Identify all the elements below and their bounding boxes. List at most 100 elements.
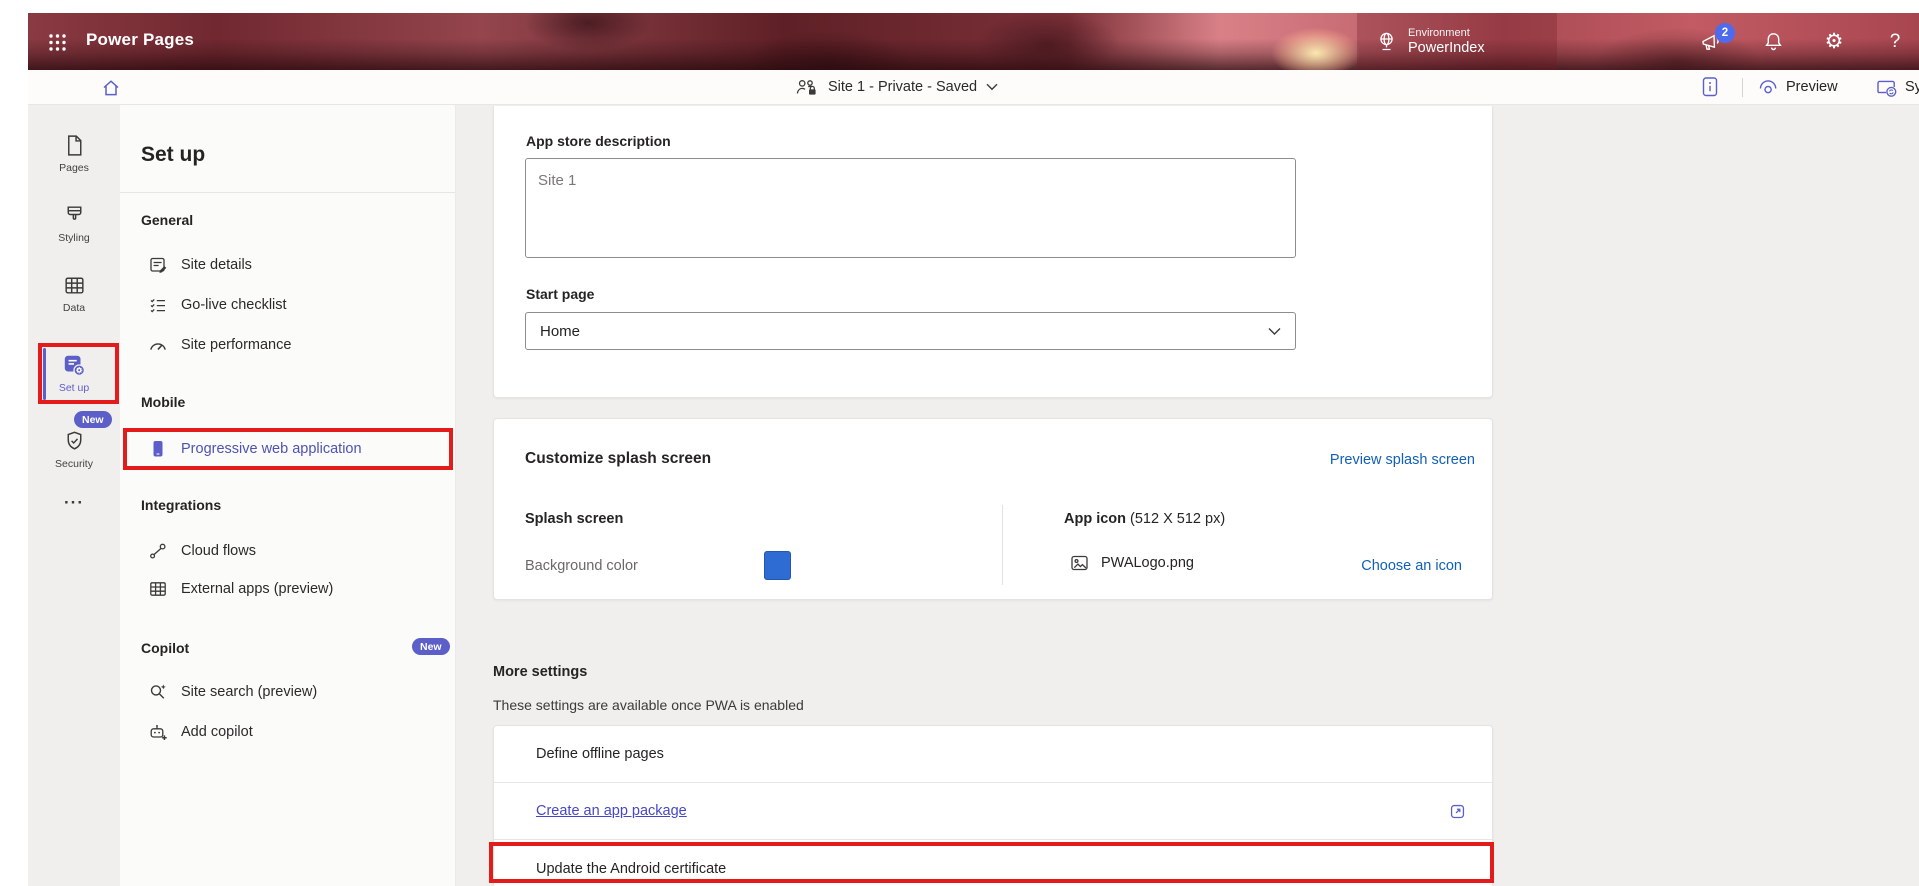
more-settings-heading: More settings bbox=[493, 664, 587, 680]
preview-button[interactable]: Preview bbox=[1757, 70, 1838, 104]
pages-icon bbox=[62, 133, 87, 158]
rail-item-set-up[interactable]: Set up bbox=[28, 352, 120, 394]
row-create-app-package[interactable]: Create an app package bbox=[494, 783, 1492, 840]
app-store-description-input[interactable] bbox=[525, 158, 1296, 258]
environment-name: PowerIndex bbox=[1408, 40, 1485, 57]
splash-screen-card: Customize splash screen Preview splash s… bbox=[493, 418, 1493, 600]
panel-item-go-live-checklist[interactable]: Go-live checklist bbox=[120, 290, 449, 320]
row-label: Update the Android certificate bbox=[536, 861, 726, 877]
panel-item-label: Progressive web application bbox=[181, 441, 362, 457]
section-heading-copilot: Copilot bbox=[141, 638, 189, 658]
pwa-settings-content: App store description Start page Home Cu… bbox=[456, 105, 1919, 886]
checklist-icon bbox=[148, 295, 168, 315]
info-icon bbox=[1700, 75, 1720, 99]
waffle-icon bbox=[48, 33, 67, 52]
app-icon-file: PWALogo.png bbox=[1069, 553, 1194, 573]
settings-button[interactable]: ⚙ bbox=[1816, 13, 1852, 70]
rail-item-styling[interactable]: Styling bbox=[28, 203, 120, 244]
panel-item-site-details[interactable]: Site details bbox=[120, 250, 449, 280]
panel-title: Set up bbox=[141, 143, 205, 167]
toolbar-divider bbox=[1742, 78, 1743, 97]
start-page-value: Home bbox=[540, 323, 580, 340]
app-icon-size: (512 X 512 px) bbox=[1130, 511, 1225, 527]
panel-item-site-search[interactable]: Site search (preview) bbox=[120, 677, 449, 707]
column-divider bbox=[1002, 505, 1003, 585]
panel-item-label: Cloud flows bbox=[181, 543, 256, 559]
people-lock-icon bbox=[794, 77, 819, 98]
rail-label-pages: Pages bbox=[59, 162, 89, 174]
panel-item-add-copilot[interactable]: Add copilot bbox=[120, 717, 449, 747]
app-icon-filename: PWALogo.png bbox=[1101, 555, 1194, 571]
site-details-icon bbox=[148, 255, 168, 275]
more-settings-list: Define offline pages Create an app packa… bbox=[493, 725, 1493, 886]
start-page-select[interactable]: Home bbox=[525, 312, 1296, 350]
help-button[interactable]: ? bbox=[1877, 13, 1913, 70]
flow-icon bbox=[148, 541, 168, 561]
panel-item-progressive-web-application[interactable]: Progressive web application bbox=[120, 434, 449, 464]
set-up-icon bbox=[61, 352, 87, 378]
create-app-package-link[interactable]: Create an app package bbox=[536, 803, 687, 819]
section-heading-general: General bbox=[141, 210, 193, 230]
image-icon bbox=[1069, 553, 1090, 573]
app-icon-heading-label: App icon bbox=[1064, 511, 1126, 527]
site-toolbar: Site 1 - Private - Saved Preview bbox=[28, 70, 1919, 105]
panel-item-label: Site search (preview) bbox=[181, 684, 317, 700]
data-table-icon bbox=[62, 273, 87, 298]
question-mark-icon: ? bbox=[1890, 31, 1901, 53]
panel-item-cloud-flows[interactable]: Cloud flows bbox=[120, 536, 449, 566]
gauge-icon bbox=[148, 335, 168, 355]
panel-item-site-performance[interactable]: Site performance bbox=[120, 330, 449, 360]
app-launcher-waffle-icon[interactable] bbox=[42, 27, 72, 57]
panel-item-label: Site performance bbox=[181, 337, 291, 353]
choose-an-icon-link[interactable]: Choose an icon bbox=[1361, 558, 1462, 574]
rail-item-data[interactable]: Data bbox=[28, 273, 120, 314]
rail-item-pages[interactable]: Pages bbox=[28, 133, 120, 174]
environment-picker[interactable]: Environment PowerIndex bbox=[1375, 13, 1485, 70]
home-button[interactable] bbox=[96, 75, 126, 101]
app-header: Power Pages Environment PowerIndex 2 bbox=[28, 13, 1919, 70]
start-page-label: Start page bbox=[526, 286, 594, 302]
site-status-label: Site 1 - Private - Saved bbox=[828, 79, 977, 95]
sync-icon bbox=[1875, 77, 1898, 98]
set-up-panel: Set up General Site details Go-live chec… bbox=[120, 105, 456, 886]
mobile-phone-icon bbox=[148, 439, 168, 459]
bell-icon bbox=[1762, 30, 1785, 53]
environment-label: Environment bbox=[1408, 27, 1485, 40]
rail-label-security: Security bbox=[55, 458, 93, 470]
site-status-menu[interactable]: Site 1 - Private - Saved bbox=[794, 70, 998, 104]
eye-preview-icon bbox=[1757, 78, 1779, 97]
sync-label: Syn bbox=[1905, 79, 1919, 95]
app-title: Power Pages bbox=[86, 30, 194, 50]
section-heading-integrations: Integrations bbox=[141, 495, 221, 515]
panel-item-label: Go-live checklist bbox=[181, 297, 287, 313]
left-navigation-rail: Pages Styling Data bbox=[28, 105, 120, 886]
panel-divider bbox=[120, 192, 455, 193]
pwa-form-card: App store description Start page Home bbox=[493, 106, 1493, 398]
more-settings-description: These settings are available once PWA is… bbox=[493, 697, 804, 713]
rail-label-set-up: Set up bbox=[59, 382, 89, 394]
notifications-count-badge: 2 bbox=[1715, 23, 1735, 43]
panel-item-external-apps[interactable]: External apps (preview) bbox=[120, 574, 449, 604]
section-heading-copilot-label: Copilot bbox=[141, 640, 189, 656]
sync-button[interactable]: Syn bbox=[1875, 70, 1919, 104]
rail-item-security[interactable]: Security bbox=[28, 429, 120, 470]
splash-screen-heading: Splash screen bbox=[525, 511, 623, 527]
rail-more-button[interactable]: ··· bbox=[28, 493, 120, 513]
preview-splash-screen-link[interactable]: Preview splash screen bbox=[1330, 452, 1475, 468]
background-color-swatch[interactable] bbox=[764, 551, 791, 580]
site-info-button[interactable] bbox=[1700, 70, 1720, 104]
panel-item-label: Site details bbox=[181, 257, 252, 273]
row-define-offline-pages[interactable]: Define offline pages bbox=[494, 726, 1492, 783]
row-update-android-certificate[interactable]: Update the Android certificate bbox=[494, 840, 1492, 886]
environment-icon bbox=[1375, 30, 1398, 53]
chevron-down-icon bbox=[1268, 327, 1281, 336]
copilot-bot-add-icon bbox=[148, 722, 168, 742]
copilot-new-badge: New bbox=[412, 638, 450, 655]
rail-label-data: Data bbox=[63, 302, 85, 314]
security-new-badge: New bbox=[74, 411, 112, 428]
background-color-label: Background color bbox=[525, 558, 638, 574]
paint-brush-icon bbox=[62, 203, 87, 228]
splash-card-title: Customize splash screen bbox=[525, 450, 711, 468]
notifications-button[interactable] bbox=[1755, 13, 1791, 70]
app-icon-heading: App icon(512 X 512 px) bbox=[1064, 511, 1225, 527]
